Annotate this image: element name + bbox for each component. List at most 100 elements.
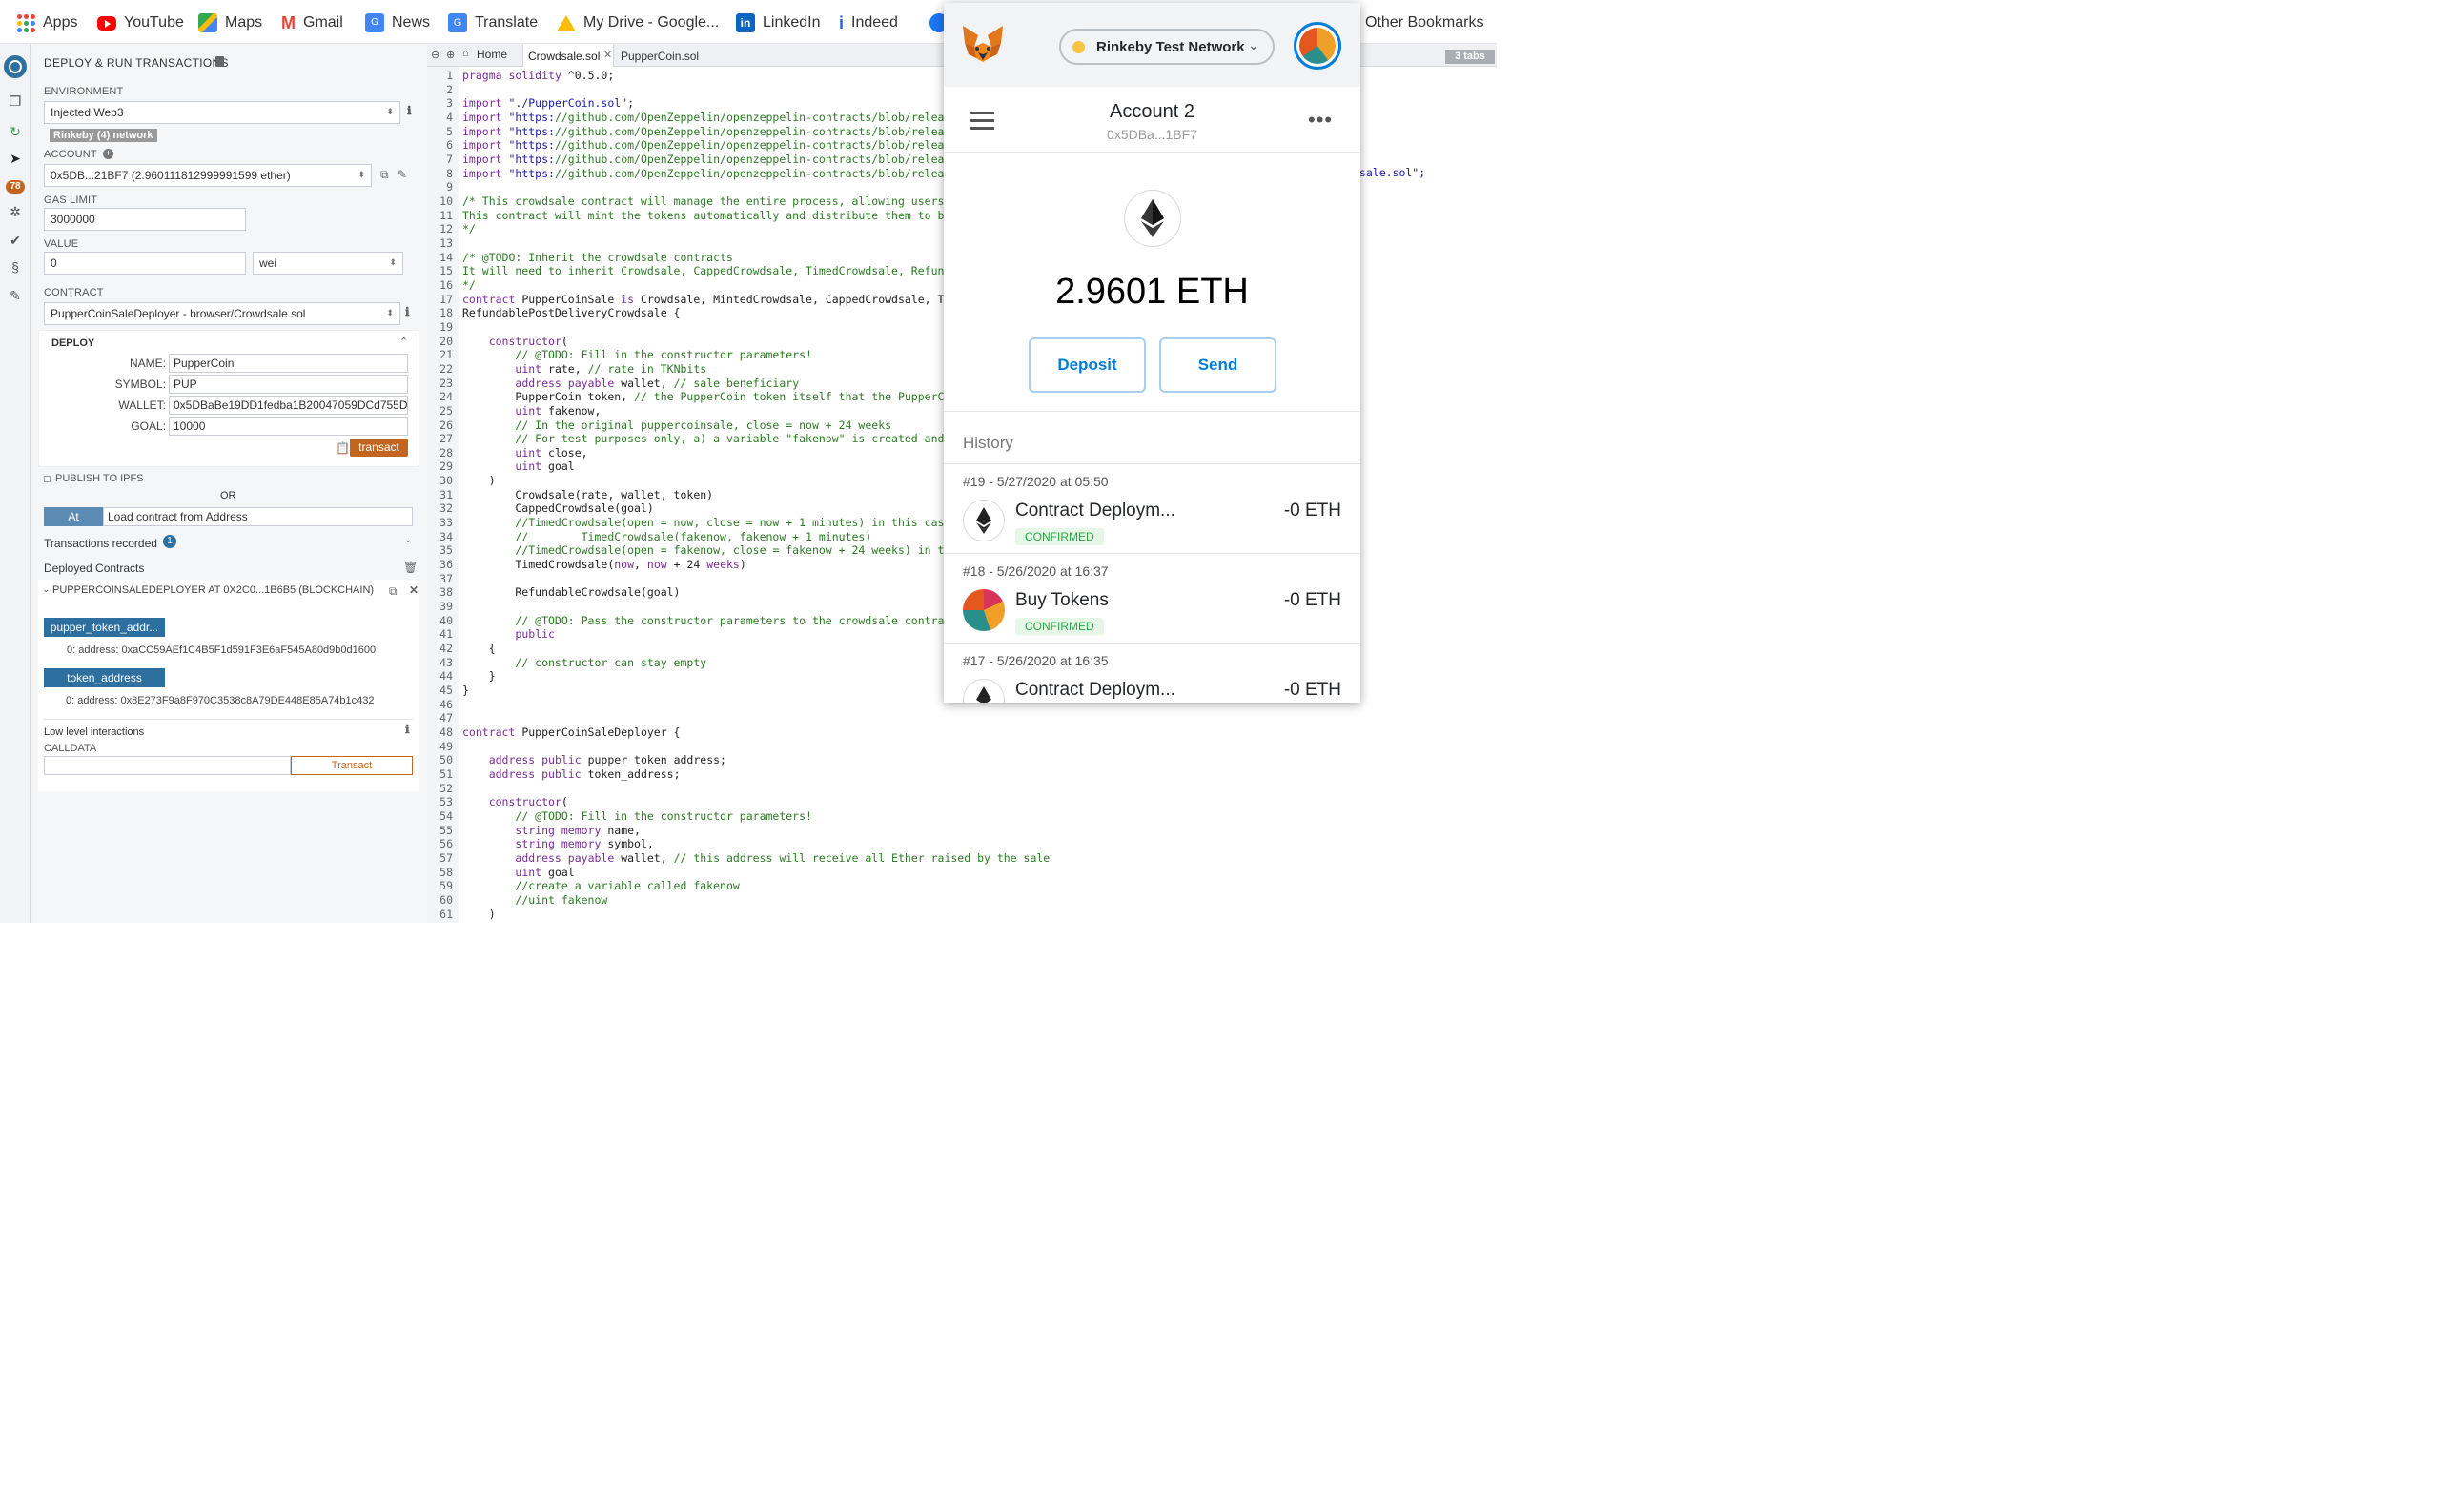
deploy-panel: DEPLOY & RUN TRANSACTIONS ENVIRONMENT In… [31, 44, 427, 923]
copy-icon[interactable]: ⧉ [380, 168, 389, 182]
bookmark-maps[interactable]: Maps [198, 11, 262, 34]
account-address[interactable]: 0x5DBa...1BF7 [944, 127, 1360, 142]
eth-icon [963, 679, 1005, 703]
trash-icon[interactable]: 🗑 [403, 561, 418, 574]
code-line: TimedCrowdsale(now, now + 24 weeks) [462, 558, 746, 572]
bookmark-my-drive[interactable]: My Drive - Google... [557, 11, 719, 34]
code-line: uint fakenow, [515, 403, 602, 418]
remix-logo-icon[interactable] [4, 55, 27, 78]
account-avatar[interactable] [1294, 22, 1341, 70]
bookmark-translate[interactable]: G Translate [448, 11, 538, 34]
collapse-icon[interactable]: ⌃ [399, 336, 408, 348]
bookmark-youtube[interactable]: YouTube [97, 11, 184, 34]
bookmark-apps[interactable]: Apps [17, 11, 77, 34]
tabs-count-badge[interactable]: 3 tabs [1445, 50, 1495, 64]
deploy-header: DEPLOY [51, 337, 95, 349]
close-icon[interactable]: ✕ [409, 583, 419, 597]
gas-limit-input[interactable]: 3000000 [44, 208, 246, 231]
code-line: constructor( [488, 334, 568, 348]
account-name[interactable]: Account 2 [944, 101, 1360, 123]
bookmark-label: LinkedIn [763, 14, 821, 31]
apps-grid-icon [17, 13, 35, 32]
symbol-input[interactable]: PUP [169, 375, 408, 394]
code-line: address public pupper_token_address; [488, 753, 726, 767]
more-options-icon[interactable]: ••• [1308, 108, 1333, 133]
deposit-button[interactable]: Deposit [1029, 337, 1146, 393]
gas-limit-label: GAS LIMIT [44, 194, 98, 206]
bookmark-label: Gmail [303, 14, 343, 31]
code-overflow-text: dsale.sol"; [1353, 166, 1426, 179]
code-line: } [462, 684, 469, 698]
history-amount: -0 ETH [1283, 501, 1341, 521]
info-icon[interactable]: ℹ [405, 305, 410, 318]
tab-home[interactable]: Home [477, 48, 507, 61]
code-line: import "https://github.com/OpenZeppelin/… [462, 152, 971, 166]
divider [944, 152, 1360, 153]
edit-icon[interactable]: ✎ [398, 168, 407, 181]
bookmark-other[interactable]: Other Bookmarks [1365, 11, 1483, 34]
code-line: address payable wallet, // this address … [515, 850, 1051, 865]
info-icon[interactable]: ℹ [407, 104, 412, 117]
code-line: // In the original puppercoinsale, close… [515, 418, 892, 432]
zoom-out-icon[interactable]: ⊖ [431, 49, 439, 61]
history-item[interactable]: #17 - 5/26/2020 at 16:35 Contract Deploy… [944, 643, 1360, 703]
chevron-down-icon[interactable]: ⌄ [42, 584, 50, 595]
solidity-unit-icon[interactable]: § [8, 259, 23, 275]
value-unit-select[interactable]: wei ⬍ [253, 252, 403, 275]
environment-value: Injected Web3 [51, 106, 124, 119]
network-selector[interactable]: Rinkeby Test Network ⌄ [1059, 29, 1275, 65]
account-label: ACCOUNT [44, 149, 97, 160]
test-icon[interactable]: ✔ [8, 233, 23, 248]
publish-checkbox[interactable] [44, 476, 51, 482]
history-item[interactable]: #19 - 5/27/2020 at 05:50 Contract Deploy… [944, 463, 1360, 553]
close-tab-icon[interactable]: ✕ [603, 49, 612, 61]
clipboard-icon[interactable]: 📋 [336, 441, 350, 455]
contract-select[interactable]: PupperCoinSaleDeployer - browser/Crowdsa… [44, 302, 400, 325]
calldata-input[interactable] [44, 756, 291, 775]
at-address-button[interactable]: At [44, 507, 103, 526]
settings-plug-icon[interactable]: ✎ [8, 288, 23, 303]
debugger-icon[interactable]: ✲ [8, 204, 23, 219]
bookmark-label: News [392, 14, 431, 31]
token-address-button[interactable]: token_address [44, 668, 165, 687]
environment-select[interactable]: Injected Web3 ⬍ [44, 101, 400, 124]
pupper-token-address-button[interactable]: pupper_token_addr... [44, 618, 165, 637]
wallet-input[interactable]: 0x5DBaBe19DD1fedba1B20047059DCd755D8 [169, 396, 408, 415]
transact-button[interactable]: transact [350, 439, 408, 457]
add-account-icon[interactable]: + [103, 149, 113, 159]
calldata-label: CALLDATA [44, 743, 97, 754]
send-button[interactable]: Send [1159, 337, 1276, 393]
zoom-in-icon[interactable]: ⊕ [446, 49, 455, 61]
bookmark-label: Translate [475, 14, 539, 31]
tab-crowdsale[interactable]: Crowdsale.sol ✕ [522, 44, 614, 67]
bookmark-label: Indeed [851, 14, 898, 31]
code-line: import "https://github.com/OpenZeppelin/… [462, 138, 971, 153]
at-address-input[interactable]: Load contract from Address [103, 507, 413, 526]
deploy-run-icon[interactable]: ➤ [8, 151, 23, 166]
name-input[interactable]: PupperCoin [169, 354, 408, 373]
value-input[interactable]: 0 [44, 252, 246, 275]
bookmark-news[interactable]: G News [365, 11, 430, 34]
copy-icon[interactable]: ⧉ [389, 584, 398, 599]
compiler-icon[interactable]: ↻ [8, 124, 23, 139]
goal-input[interactable]: 10000 [169, 417, 408, 436]
call-result: 0: address: 0xaCC59AEf1C4B5F1d591F3E6aF5… [67, 644, 377, 656]
code-line: string memory symbol, [515, 837, 654, 851]
chevron-down-icon[interactable]: ⌄ [404, 535, 412, 545]
param-label: SYMBOL: [114, 378, 166, 391]
notification-badge[interactable]: 78 [6, 180, 25, 194]
tab-puppercoin[interactable]: PupperCoin.sol [621, 50, 699, 63]
bookmark-gmail[interactable]: M Gmail [281, 11, 343, 34]
param-label: NAME: [129, 357, 166, 370]
file-explorer-icon[interactable]: ❐ [8, 93, 23, 109]
history-item[interactable]: #18 - 5/26/2020 at 16:37 Buy Tokens -0 E… [944, 553, 1360, 643]
info-icon[interactable]: ℹ [405, 723, 410, 736]
bookmark-indeed[interactable]: i Indeed [839, 11, 898, 34]
docs-icon[interactable] [215, 56, 224, 67]
account-select[interactable]: 0x5DB...21BF7 (2.960111812999991599 ethe… [44, 164, 372, 187]
bookmark-linkedin[interactable]: in LinkedIn [736, 11, 821, 34]
history-date: #19 - 5/27/2020 at 05:50 [963, 474, 1109, 489]
home-icon[interactable]: ⌂ [462, 48, 469, 59]
code-line: // @TODO: Fill in the constructor parame… [515, 808, 812, 823]
calldata-transact-button[interactable]: Transact [291, 756, 413, 775]
